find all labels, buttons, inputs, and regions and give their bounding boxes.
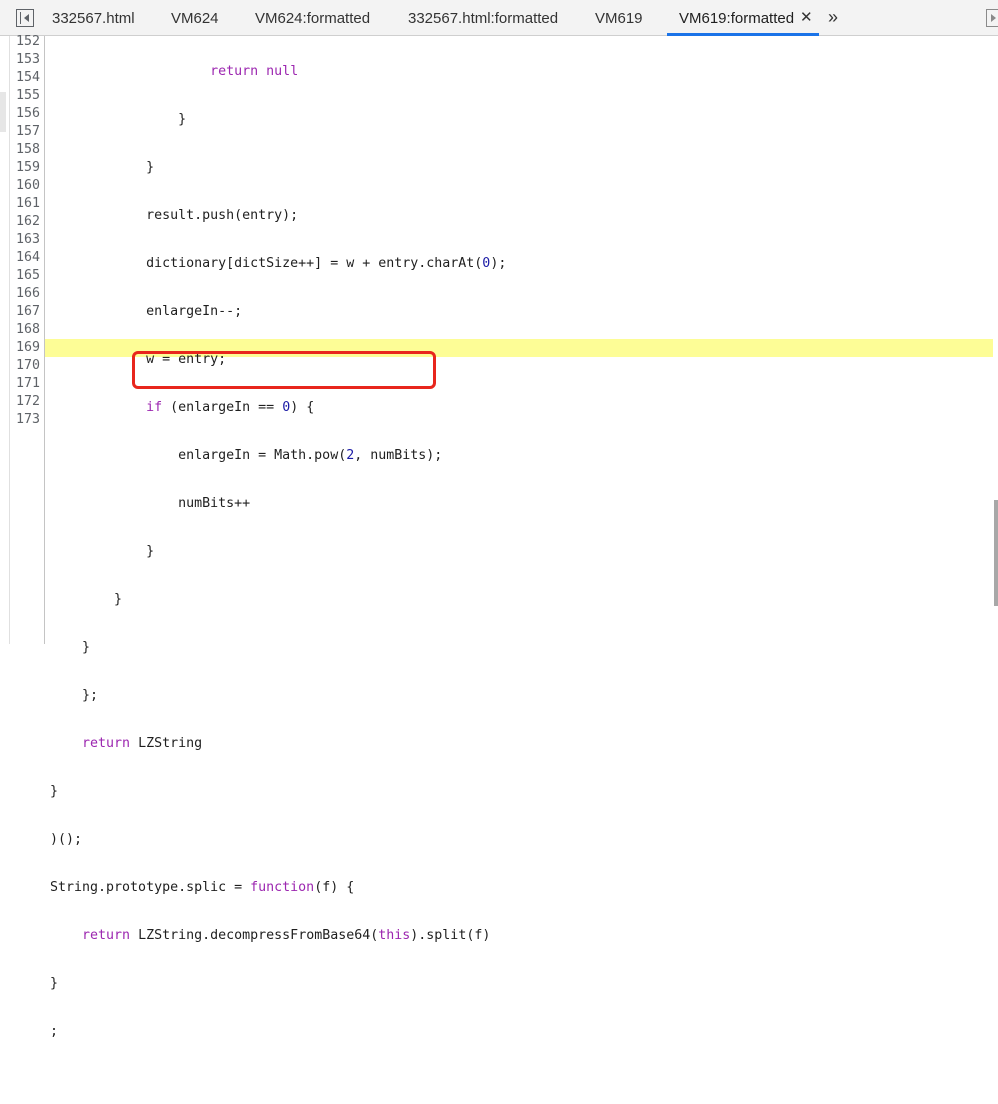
line-number[interactable]: 154 <box>10 69 40 87</box>
line-number[interactable]: 168 <box>10 321 40 339</box>
code-line[interactable]: ; <box>50 1023 506 1041</box>
red-annotation-box <box>132 351 436 389</box>
code-line[interactable]: )(); <box>50 831 506 849</box>
code-line-highlighted[interactable]: String.prototype.splic = function(f) { <box>50 879 506 897</box>
line-number[interactable]: 158 <box>10 141 40 159</box>
line-number[interactable]: 172 <box>10 393 40 411</box>
code-line[interactable]: return LZString <box>50 735 506 753</box>
line-number[interactable]: 152 <box>10 33 40 51</box>
active-tab-indicator <box>667 33 819 36</box>
code-line[interactable]: } <box>50 111 506 129</box>
code-line[interactable]: return null <box>50 63 506 81</box>
code-line[interactable]: } <box>50 975 506 993</box>
code-line[interactable]: dictionary[dictSize++] = w + entry.charA… <box>50 255 506 273</box>
line-number[interactable]: 173 <box>10 411 40 429</box>
tab-vm619-formatted[interactable]: VM619:formatted <box>679 0 794 36</box>
code-line[interactable]: result.push(entry); <box>50 207 506 225</box>
code-line[interactable]: if (enlargeIn == 0) { <box>50 399 506 417</box>
code-line[interactable]: numBits++ <box>50 495 506 513</box>
line-number[interactable]: 155 <box>10 87 40 105</box>
line-numbers: 152 153 154 155 156 157 158 159 160 161 … <box>10 33 40 429</box>
toggle-debugger-icon[interactable] <box>986 9 998 27</box>
line-number[interactable]: 159 <box>10 159 40 177</box>
code-line[interactable]: } <box>50 591 506 609</box>
navigator-collapsed-strip <box>0 36 10 644</box>
line-number[interactable]: 160 <box>10 177 40 195</box>
strip-marker <box>0 92 6 132</box>
line-number[interactable]: 164 <box>10 249 40 267</box>
line-number[interactable]: 161 <box>10 195 40 213</box>
line-number[interactable]: 167 <box>10 303 40 321</box>
code-line[interactable]: } <box>50 159 506 177</box>
line-number[interactable]: 156 <box>10 105 40 123</box>
code-line[interactable]: return LZString.decompressFromBase64(thi… <box>50 927 506 945</box>
tab-vm619[interactable]: VM619 <box>595 0 643 36</box>
line-number[interactable]: 165 <box>10 267 40 285</box>
line-number[interactable]: 153 <box>10 51 40 69</box>
line-number[interactable]: 171 <box>10 375 40 393</box>
code-line[interactable] <box>50 1071 506 1089</box>
tab-vm624[interactable]: VM624 <box>171 0 219 36</box>
tab-332567-html-formatted[interactable]: 332567.html:formatted <box>408 0 558 36</box>
tab-332567-html[interactable]: 332567.html <box>52 0 135 36</box>
code-line[interactable]: enlargeIn = Math.pow(2, numBits); <box>50 447 506 465</box>
code-line[interactable]: } <box>50 639 506 657</box>
code-line[interactable]: } <box>50 543 506 561</box>
editor-tab-bar: 332567.html VM624 VM624:formatted 332567… <box>0 0 998 36</box>
line-number[interactable]: 169 <box>10 339 40 357</box>
line-number[interactable]: 170 <box>10 357 40 375</box>
code-line[interactable]: }; <box>50 687 506 705</box>
code-line[interactable]: } <box>50 783 506 801</box>
scrollbar-thumb[interactable] <box>994 500 998 606</box>
line-number[interactable]: 166 <box>10 285 40 303</box>
close-icon[interactable]: ✕ <box>800 0 813 36</box>
line-number[interactable]: 162 <box>10 213 40 231</box>
more-tabs-icon[interactable]: » <box>828 0 838 36</box>
tab-vm624-formatted[interactable]: VM624:formatted <box>255 0 370 36</box>
toggle-navigator-icon[interactable] <box>16 9 34 27</box>
code-line[interactable]: enlargeIn--; <box>50 303 506 321</box>
code-editor[interactable]: return null } } result.push(entry); dict… <box>50 33 506 1104</box>
line-number[interactable]: 157 <box>10 123 40 141</box>
line-number[interactable]: 163 <box>10 231 40 249</box>
